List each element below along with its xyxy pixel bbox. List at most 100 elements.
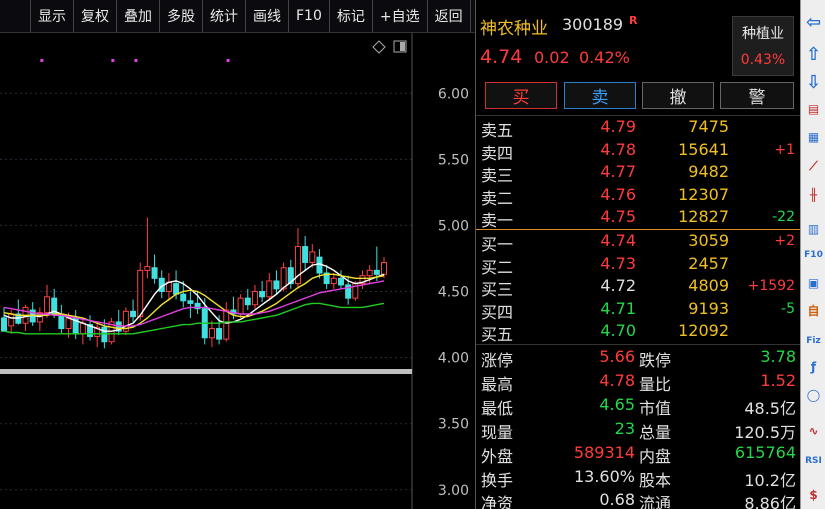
toolbar-button-6[interactable]: F10 — [289, 0, 330, 32]
toolbar-button-2[interactable]: 叠加 — [117, 0, 160, 32]
stats-row: 现量 23 总量 120.5万 — [476, 417, 801, 442]
buy-button[interactable]: 买 — [485, 82, 557, 109]
orderbook-row[interactable]: 买二 4.73 2457 — [476, 252, 801, 277]
signal-marker — [111, 59, 115, 62]
stat-value: 615764 — [734, 442, 796, 462]
y-tick-label: 6.00 — [438, 86, 469, 102]
stat-value: 8.86亿 — [744, 494, 796, 509]
stat-label: 市值 — [639, 398, 672, 418]
table-icon[interactable]: ▥ — [803, 218, 824, 239]
stock-name[interactable]: 神农种业 — [480, 14, 548, 39]
plate-icon[interactable]: ▣ — [803, 272, 824, 293]
orderbook-row[interactable]: 买五 4.70 12092 — [476, 319, 801, 344]
candle-body — [180, 293, 187, 302]
orderbook-volume: 9193 — [688, 298, 729, 318]
sell-button[interactable]: 卖 — [564, 82, 636, 109]
orderbook-delta: -22 — [772, 209, 795, 226]
diamond-icon — [372, 40, 386, 54]
orderbook-delta: +1 — [774, 141, 795, 158]
dollar-icon[interactable]: $ — [803, 484, 824, 505]
stat-label: 跌停 — [639, 351, 672, 370]
stat-value: 4.65 — [599, 394, 635, 414]
candle-body — [266, 280, 273, 298]
y-tick-label: 3.50 — [438, 417, 469, 433]
candle-body — [144, 265, 151, 271]
f10-icon[interactable]: F10 — [803, 244, 824, 265]
up-arrow-icon[interactable]: ⇧ — [803, 44, 824, 65]
cancel-order-button[interactable]: 撤 — [642, 82, 714, 109]
stock-code: 300189 — [562, 15, 624, 34]
grid-icon[interactable]: ▦ — [803, 126, 824, 147]
candle-body — [302, 246, 309, 263]
orderbook-price: 4.75 — [600, 207, 636, 227]
fiz-icon[interactable]: Fiz — [803, 330, 824, 351]
formula-icon[interactable]: ƒ — [803, 356, 824, 377]
stats-row: 最高 4.78 量比 1.52 — [476, 369, 801, 394]
orderbook-volume: 2457 — [688, 253, 729, 273]
orderbook-volume: 12307 — [678, 184, 729, 204]
candle-body — [251, 291, 258, 306]
stat-value: 13.60% — [573, 466, 635, 486]
signal-marker — [134, 59, 138, 62]
candle-body — [309, 251, 316, 263]
kline-chart-svg[interactable]: 6.00 5.50 5.00 4.50 4.00 3.50 3.00 — [0, 33, 475, 509]
orderbook-row[interactable]: 卖三 4.77 9482 — [476, 160, 801, 185]
orderbook-price: 4.70 — [600, 321, 636, 341]
orderbook-volume: 15641 — [678, 139, 729, 159]
stat-label: 涨停 — [481, 351, 514, 370]
orderbook-volume: 12092 — [678, 321, 729, 341]
down-arrow-icon[interactable]: ⇩ — [803, 72, 824, 93]
candle-body — [259, 291, 266, 298]
toolbar-button-1[interactable]: 复权 — [74, 0, 117, 32]
toolbar-button-0[interactable]: 显示 — [30, 0, 74, 32]
candle-body — [208, 328, 215, 339]
toolbar-button-7[interactable]: 标记 — [330, 0, 373, 32]
candle-body — [173, 283, 180, 295]
side-toolbar: ⇦ ⇧ ⇩ ▤ ▦ ⟋ ╫ F10 ▥ 自 ▣ Fiz ƒ ◯ ∿ RSI $ — [800, 0, 825, 509]
stat-label: 外盘 — [481, 446, 514, 466]
orderbook-row[interactable]: 买一 4.74 3059 +2 — [476, 229, 801, 254]
orderbook-row[interactable]: 卖五 4.79 7475 — [476, 115, 801, 140]
candlestick-icon[interactable]: ╫ — [803, 184, 824, 205]
stat-label: 净资 — [481, 494, 514, 509]
orderbook-row[interactable]: 卖四 4.78 15641 +1 — [476, 138, 801, 163]
left-arrow-icon[interactable]: ⇦ — [803, 12, 824, 33]
price-change: 0.02 — [534, 48, 570, 67]
kline-chart[interactable]: 6.00 5.50 5.00 4.50 4.00 3.50 3.00 — [0, 33, 475, 509]
stat-value: 120.5万 — [734, 422, 796, 442]
stat-value: 0.68 — [599, 490, 635, 509]
price-change-pct: 0.42% — [579, 48, 630, 67]
candle-body — [337, 277, 344, 286]
orderbook-volume: 7475 — [688, 117, 729, 136]
orderbook-row[interactable]: 买三 4.72 4809 +1592 — [476, 274, 801, 299]
stat-value: 589314 — [573, 442, 635, 462]
stat-label: 股本 — [639, 470, 672, 490]
orderbook-price: 4.72 — [600, 276, 636, 296]
toolbar-button-3[interactable]: 多股 — [160, 0, 203, 32]
toolbar-button-9[interactable]: 返回 — [428, 0, 471, 32]
price-alert-button[interactable]: 警 — [720, 82, 794, 109]
y-tick-label: 3.00 — [438, 483, 469, 499]
toolbar-button-8[interactable]: +自选 — [373, 0, 428, 32]
orderbook-row[interactable]: 卖一 4.75 12827 -22 — [476, 205, 801, 230]
orderbook-price: 4.77 — [600, 162, 636, 182]
candle-body — [237, 297, 244, 315]
sector-box[interactable]: 种植业 0.43% — [732, 16, 794, 76]
rsi-icon[interactable]: RSI — [803, 450, 824, 471]
stats-row: 最低 4.65 市值 48.5亿 — [476, 393, 801, 418]
toolbar-button-4[interactable]: 统计 — [203, 0, 246, 32]
line-chart-icon[interactable]: ⟋ — [803, 156, 824, 177]
orderbook-row[interactable]: 卖二 4.76 12307 — [476, 183, 801, 208]
wave-icon[interactable]: ∿ — [803, 420, 824, 441]
sector-pct: 0.43% — [740, 52, 786, 68]
candle-body — [151, 267, 158, 279]
stat-label: 内盘 — [639, 446, 672, 466]
stat-value: 5.66 — [599, 347, 635, 366]
toolbar-button-5[interactable]: 画线 — [246, 0, 289, 32]
watchlist-icon[interactable]: 自 — [803, 300, 824, 321]
candle-body — [130, 310, 137, 318]
orderbook-volume: 3059 — [688, 231, 729, 250]
report-icon[interactable]: ▤ — [803, 98, 824, 119]
circle-icon[interactable]: ◯ — [803, 384, 824, 405]
orderbook-row[interactable]: 买四 4.71 9193 -5 — [476, 297, 801, 322]
